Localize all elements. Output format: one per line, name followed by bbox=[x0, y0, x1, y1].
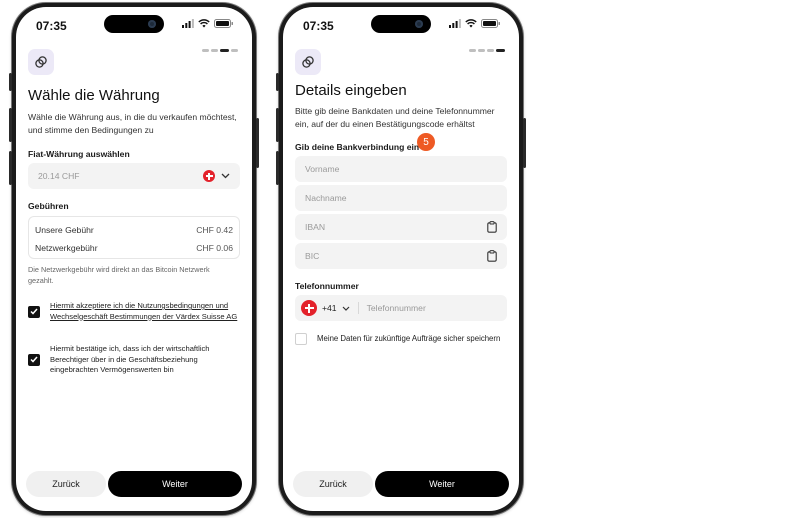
beneficiary-checkbox-row[interactable]: Hiermit bestätige ich, dass ich der wirt… bbox=[28, 344, 238, 376]
step-progress bbox=[469, 49, 505, 52]
phone-label: Telefonnummer bbox=[295, 281, 359, 291]
status-icons bbox=[449, 19, 501, 28]
wifi-icon bbox=[198, 19, 210, 28]
fee-row: Unsere Gebühr CHF 0.42 bbox=[35, 221, 233, 239]
side-button bbox=[256, 118, 259, 168]
lastname-field[interactable]: Nachname bbox=[295, 185, 507, 211]
firstname-placeholder: Vorname bbox=[305, 164, 340, 174]
screen-currency: 07:35 Wähle die Währung Wähle die Währun… bbox=[16, 7, 252, 511]
page-description: Wähle die Währung aus, in die du verkauf… bbox=[28, 112, 237, 135]
side-button bbox=[276, 108, 279, 142]
screen-details: 07:35 Details eingeben Bitte gib deine B… bbox=[283, 7, 519, 511]
next-button[interactable]: Weiter bbox=[375, 471, 509, 497]
firstname-field[interactable]: Vorname bbox=[295, 156, 507, 182]
wifi-icon bbox=[465, 19, 477, 28]
status-time: 07:35 bbox=[303, 19, 334, 33]
side-button bbox=[9, 151, 12, 185]
app-logo-icon bbox=[28, 49, 54, 75]
terms-checkbox-row[interactable]: Hiermit akzeptiere ich die Nutzungsbedin… bbox=[28, 301, 238, 322]
fee-value: CHF 0.42 bbox=[196, 225, 233, 235]
network-note: Die Netzwerkgebühr wird direkt an das Bi… bbox=[28, 265, 210, 285]
save-data-checkbox-row[interactable]: Meine Daten für zukünftige Aufträge sich… bbox=[295, 333, 505, 345]
bank-label: Gib deine Bankverbindung ein bbox=[295, 142, 420, 152]
checkmark-icon bbox=[30, 356, 38, 363]
save-data-label: Meine Daten für zukünftige Aufträge sich… bbox=[317, 333, 501, 343]
status-icons bbox=[182, 19, 234, 28]
iban-field[interactable]: IBAN bbox=[295, 214, 507, 240]
clipboard-icon[interactable] bbox=[487, 250, 497, 262]
side-button bbox=[276, 151, 279, 185]
bic-placeholder: BIC bbox=[305, 251, 320, 261]
save-data-checkbox[interactable] bbox=[295, 333, 307, 345]
fiat-label: Fiat-Währung auswählen bbox=[28, 149, 130, 159]
fee-value: CHF 0.06 bbox=[196, 243, 233, 253]
chevron-down-icon bbox=[221, 173, 230, 179]
currency-select[interactable]: 20.14 CHF bbox=[28, 163, 240, 189]
fee-label: Netzwerkgebühr bbox=[35, 243, 98, 253]
signal-icon bbox=[449, 19, 461, 28]
step-badge: 5 bbox=[417, 133, 435, 151]
page-title: Details eingeben bbox=[295, 82, 407, 99]
checkmark-icon bbox=[30, 308, 38, 315]
phone-placeholder: Telefonnummer bbox=[366, 303, 426, 313]
bic-field[interactable]: BIC bbox=[295, 243, 507, 269]
amount-value: 20.14 CHF bbox=[38, 171, 80, 181]
terms-link[interactable]: Hiermit akzeptiere ich die Nutzungsbedin… bbox=[50, 301, 238, 322]
side-button bbox=[276, 73, 279, 91]
signal-icon bbox=[182, 19, 194, 28]
swiss-flag-icon bbox=[301, 300, 317, 316]
page-description: Bitte gib deine Bankdaten und deine Tele… bbox=[295, 106, 495, 129]
fees-table: Unsere Gebühr CHF 0.42 Netzwerkgebühr CH… bbox=[28, 216, 240, 259]
next-button[interactable]: Weiter bbox=[108, 471, 242, 497]
side-button bbox=[9, 73, 12, 91]
fee-label: Unsere Gebühr bbox=[35, 225, 94, 235]
side-button bbox=[9, 108, 12, 142]
fees-label: Gebühren bbox=[28, 201, 69, 211]
step-progress bbox=[202, 49, 238, 52]
beneficiary-checkbox[interactable] bbox=[28, 353, 40, 366]
page-title: Wähle die Währung bbox=[28, 87, 160, 104]
back-button[interactable]: Zurück bbox=[26, 471, 106, 497]
battery-icon bbox=[214, 19, 233, 28]
side-button bbox=[523, 118, 526, 168]
iban-placeholder: IBAN bbox=[305, 222, 326, 232]
battery-icon bbox=[481, 19, 500, 28]
beneficiary-text: Hiermit bestätige ich, dass ich der wirt… bbox=[50, 344, 210, 374]
fee-row: Netzwerkgebühr CHF 0.06 bbox=[35, 239, 233, 257]
back-button[interactable]: Zurück bbox=[293, 471, 373, 497]
country-code-select[interactable]: +41 bbox=[322, 303, 337, 313]
chevron-down-icon[interactable] bbox=[342, 306, 350, 311]
phone-frame-details: 07:35 Details eingeben Bitte gib deine B… bbox=[276, 3, 526, 515]
swiss-flag-icon bbox=[203, 170, 215, 182]
dynamic-island bbox=[371, 15, 431, 33]
clipboard-icon[interactable] bbox=[487, 221, 497, 233]
status-time: 07:35 bbox=[36, 19, 67, 33]
terms-checkbox[interactable] bbox=[28, 305, 40, 318]
dynamic-island bbox=[104, 15, 164, 33]
phone-number-field[interactable]: +41 Telefonnummer bbox=[295, 295, 507, 321]
lastname-placeholder: Nachname bbox=[305, 193, 347, 203]
app-logo-icon bbox=[295, 49, 321, 75]
phone-frame-currency: 07:35 Wähle die Währung Wähle die Währun… bbox=[9, 3, 259, 515]
